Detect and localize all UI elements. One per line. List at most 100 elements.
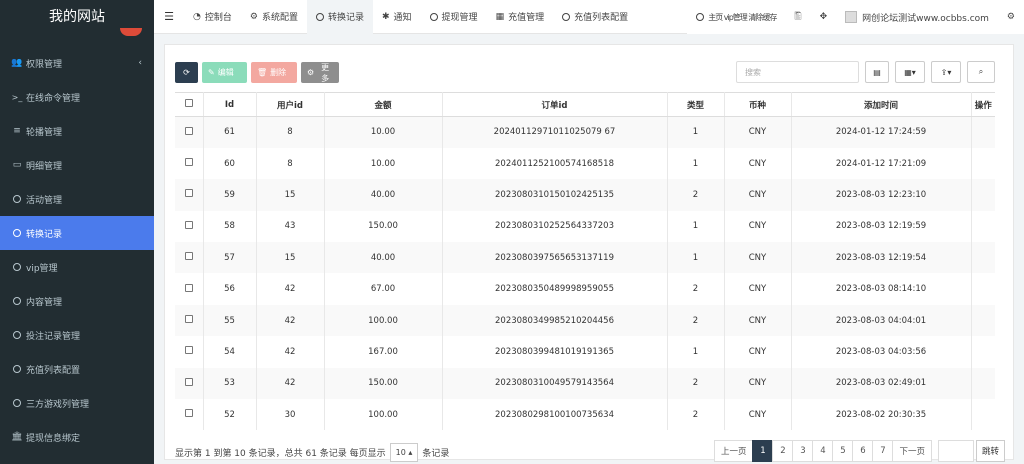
asterisk-icon: ✱ [381,11,390,22]
row-checkbox[interactable] [184,158,193,167]
search-button[interactable]: ⌕ [967,61,995,83]
header-add-time[interactable]: 添加时间 [791,92,972,117]
table-row[interactable]: 59 15 40.00 2023080310150102425135 2 CNY 2023-… [175,179,995,211]
page-button-4[interactable]: 4 [812,440,834,462]
jump-page-input[interactable] [937,440,974,462]
refresh-button[interactable]: ⟳ [175,62,198,83]
columns-button[interactable]: ▦▾ [895,61,925,83]
header-type[interactable]: 类型 [667,92,725,117]
circle-icon [11,365,23,373]
site-user-menu[interactable]: 网创论坛测试www.ocbbs.com [836,11,998,24]
jump-button[interactable]: 跳转 [975,440,1005,462]
sidebar-item-3[interactable]: ▭ 明细管理 [0,148,154,182]
export-button[interactable]: ⇪▾ [931,61,961,83]
menu-toggle-icon[interactable]: ☰ [154,10,184,23]
sidebar-item-8[interactable]: 投注记录管理 [0,318,154,352]
row-select-cell[interactable] [175,367,204,400]
cell-id: 52 [203,399,257,431]
navbar-right: 主页 vip管理 清除缓存 🖺 ✥ 网创论坛测试www.ocbbs.com ⚙ [687,0,1024,34]
table-row[interactable]: 57 15 40.00 2023080397565653137119 1 CNY 2023-… [175,242,995,274]
page-button-6[interactable]: 6 [852,440,874,462]
table-row[interactable]: 58 43 150.00 2023080310252564337203 1 CNY 2023… [175,210,995,243]
sidebar-item-9[interactable]: 充值列表配置 [0,352,154,386]
tab-6[interactable]: 充值列表配置 [553,0,637,34]
cell-id: 57 [203,242,257,274]
more-button[interactable]: ⚙ 更多 [301,62,339,83]
table-header-row: Id 用户id 金额 订单id 类型 币种 添加时间 操作 [175,92,995,117]
table-row[interactable]: 52 30 100.00 2023080298100100735634 2 CNY 2023… [175,399,995,431]
cell-order-id: 2023080397565653137119 [442,242,668,274]
tab-1[interactable]: ⚙ 系统配置 [241,0,307,34]
page-button-3[interactable]: 3 [792,440,814,462]
header-user-id[interactable]: 用户id [256,92,325,117]
cell-user-id: 15 [256,242,325,274]
select-all-checkbox[interactable] [184,99,193,107]
row-select-cell[interactable] [175,273,204,305]
settings-icon[interactable]: ⚙ [998,12,1024,22]
row-select-cell[interactable] [175,336,204,368]
page-button-7[interactable]: 7 [872,440,894,462]
row-select-cell[interactable] [175,210,204,243]
delete-button[interactable]: 🗑 删除 [251,62,297,83]
tab-5[interactable]: ▦ 充值管理 [487,0,554,34]
cell-amount: 100.00 [324,399,443,431]
sidebar-item-7[interactable]: 内容管理 [0,284,154,318]
row-select-cell[interactable] [175,399,204,431]
page-button-1[interactable]: 1 [752,440,774,462]
page-button-2[interactable]: 2 [772,440,794,462]
row-checkbox[interactable] [184,377,193,386]
row-checkbox[interactable] [184,252,193,261]
tab-label: 充值管理 [508,13,545,23]
row-select-cell[interactable] [175,116,204,148]
tab-0[interactable]: ◔ 控制台 [184,0,241,34]
home-vip-clear-links[interactable]: 主页 vip管理 清除缓存 [687,12,785,23]
row-checkbox[interactable] [184,189,193,198]
sidebar-item-11[interactable]: 🏛 提现信息绑定 [0,420,154,454]
page-button-5[interactable]: 5 [832,440,854,462]
sidebar-item-5[interactable]: 转换记录 [0,216,154,250]
sidebar-item-2[interactable]: ≡ 轮播管理 [0,114,154,148]
page-size-select[interactable]: 10 ▴ [389,443,419,462]
table-row[interactable]: 60 8 10.00 2024011252100574168518 1 CNY 2024-0… [175,147,995,180]
pagination: 上一页 1 2 3 4 5 6 7 下一页 跳转 [713,440,1005,462]
header-amount[interactable]: 金额 [324,92,443,117]
tab-2[interactable]: 转换记录 [306,0,373,34]
table-row[interactable]: 56 42 67.00 2023080350489998959055 2 CNY 2023-… [175,273,995,305]
fullscreen-icon[interactable]: ✥ [811,12,837,22]
sidebar-item-0[interactable]: 👥 权限管理 ‹ [0,46,154,80]
table-row[interactable]: 61 8 10.00 20240112971011025079 67 1 CNY 2024-… [175,116,995,148]
row-checkbox[interactable] [184,126,193,135]
select-all-header[interactable] [175,92,204,117]
toggle-view-button[interactable]: ▤ [865,61,889,83]
row-checkbox[interactable] [184,315,193,324]
table-row[interactable]: 54 42 167.00 2023080399481019191365 1 CNY 2023… [175,336,995,368]
translate-icon[interactable]: 🖺 [785,9,810,25]
sidebar-item-10[interactable]: 三方游戏列管理 [0,386,154,420]
header-currency[interactable]: 币种 [724,92,792,117]
row-checkbox[interactable] [184,283,193,292]
search-input[interactable] [736,61,859,83]
sidebar-item-6[interactable]: vip管理 [0,250,154,284]
brand-title[interactable]: 我的网站 [0,0,154,36]
row-checkbox[interactable] [184,346,193,355]
row-select-cell[interactable] [175,304,204,337]
cell-amount: 40.00 [324,179,443,211]
table-row[interactable]: 55 42 100.00 2023080349985210204456 2 CNY 2023… [175,304,995,337]
circle-icon [11,399,23,407]
row-select-cell[interactable] [175,179,204,211]
sidebar-item-label: 内容管理 [26,297,63,308]
header-id[interactable]: Id [203,92,257,117]
row-checkbox[interactable] [184,220,193,229]
sidebar-item-1[interactable]: >_ 在线命令管理 [0,80,154,114]
row-select-cell[interactable] [175,147,204,180]
next-page-button[interactable]: 下一页 [892,440,932,462]
table-row[interactable]: 53 42 150.00 2023080310049579143564 2 CNY 2023… [175,367,995,400]
prev-page-button[interactable]: 上一页 [713,440,754,462]
tab-4[interactable]: 提现管理 [421,0,487,34]
sidebar-item-4[interactable]: 活动管理 [0,182,154,216]
tab-3[interactable]: ✱ 通知 [373,0,421,34]
row-select-cell[interactable] [175,242,204,274]
row-checkbox[interactable] [184,409,193,418]
header-order-id[interactable]: 订单id [442,92,668,117]
edit-button[interactable]: ✎ 编辑 [202,62,247,83]
